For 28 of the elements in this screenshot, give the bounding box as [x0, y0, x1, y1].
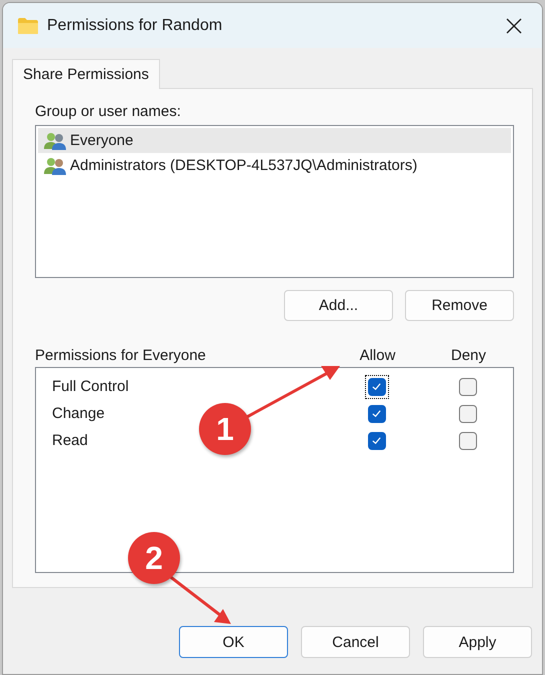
checkmark-icon [371, 435, 382, 446]
users-icon [44, 156, 66, 174]
window-title: Permissions for Random [47, 16, 224, 34]
close-icon[interactable] [506, 18, 522, 34]
folder-icon [17, 16, 39, 34]
group-label: Group or user names: [35, 103, 182, 120]
checkmark-icon [371, 408, 382, 419]
user-item[interactable]: Administrators (DESKTOP-4L537JQ\Administrators) [38, 153, 511, 178]
permission-name: Read [51, 432, 89, 449]
checkmark-icon [371, 381, 382, 392]
permissions-label: Permissions for Everyone [35, 346, 207, 364]
column-header: Allow [358, 346, 396, 364]
tab[interactable]: Share Permissions [12, 59, 160, 89]
deny-checkbox[interactable] [458, 404, 476, 422]
users-icon [44, 132, 66, 150]
permission-name: Change [51, 405, 106, 422]
apply-button[interactable]: Apply [423, 626, 532, 658]
deny-checkbox[interactable] [458, 432, 476, 450]
deny-checkbox[interactable] [458, 378, 476, 396]
user-item[interactable]: Everyone [38, 128, 511, 153]
allow-checkbox[interactable] [368, 432, 386, 450]
column-header: Deny [450, 346, 488, 364]
ok-button[interactable]: OK [179, 626, 288, 658]
cancel-button[interactable]: Cancel [301, 626, 410, 658]
add-button[interactable]: Add... [284, 290, 393, 321]
remove-button[interactable]: Remove [405, 290, 514, 321]
permission-name: Full Control [51, 378, 130, 395]
allow-checkbox[interactable] [368, 404, 386, 422]
